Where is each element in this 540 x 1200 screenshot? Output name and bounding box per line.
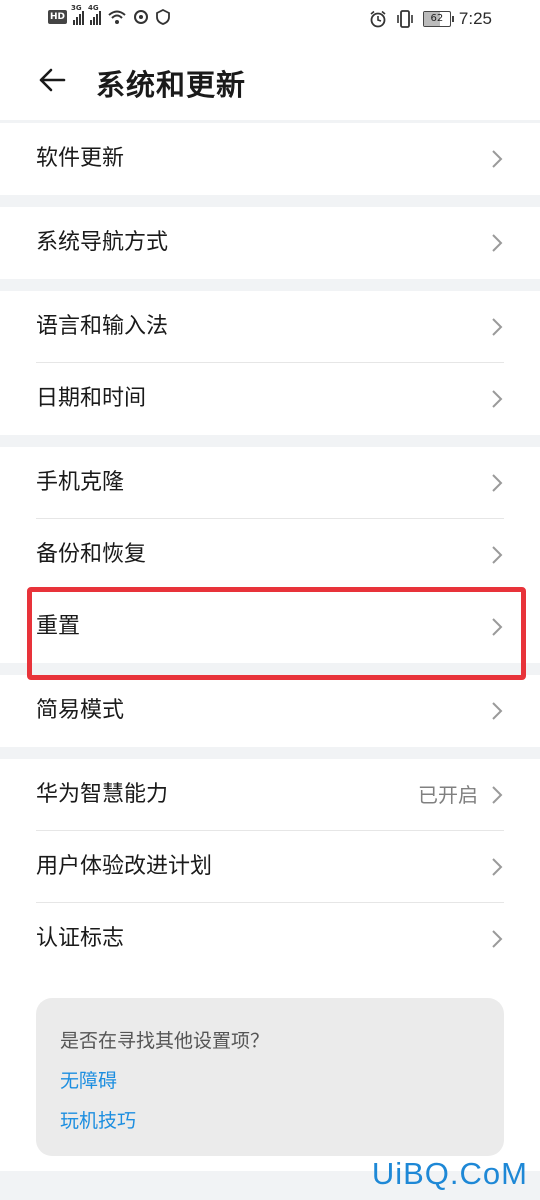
suggestion-question: 是否在寻找其他设置项？	[60, 1030, 270, 1052]
signal-4g-tag: 4G	[88, 4, 99, 12]
accessibility-link[interactable]: 无障碍	[60, 1066, 117, 1093]
settings-item-label: 语言和输入法	[36, 314, 169, 339]
settings-item-huawei-ai[interactable]: 华为智慧能力 已开启	[0, 759, 540, 831]
status-right: 62 7:25	[369, 9, 492, 29]
settings-item-label: 重置	[36, 614, 81, 639]
settings-item-reset[interactable]: 重置	[0, 591, 540, 663]
chevron-right-icon	[492, 150, 503, 168]
chevron-right-icon	[492, 234, 503, 252]
watermark: UiBQ.CoM	[371, 1156, 528, 1191]
settings-item-date-time[interactable]: 日期和时间	[0, 363, 540, 435]
arrow-left-icon[interactable]	[36, 64, 68, 96]
group-language-date: 语言和输入法 日期和时间	[0, 291, 540, 435]
settings-item-value: 已开启	[418, 783, 478, 807]
status-left: HD 3G 4G	[48, 4, 171, 25]
settings-item-system-navigation[interactable]: 系统导航方式	[0, 207, 540, 279]
shield-icon	[156, 9, 170, 25]
wifi-icon	[108, 10, 126, 24]
settings-item-label: 软件更新	[36, 146, 125, 171]
settings-item-label: 华为智慧能力	[36, 782, 169, 807]
settings-item-software-update[interactable]: 软件更新	[0, 123, 540, 195]
alarm-icon	[370, 10, 386, 28]
settings-item-label: 手机克隆	[36, 470, 125, 495]
settings-item-backup-restore[interactable]: 备份和恢复	[0, 519, 540, 591]
battery-level: 62	[430, 13, 444, 24]
chevron-right-icon	[492, 858, 503, 876]
settings-item-label: 日期和时间	[36, 386, 147, 411]
group-software-update: 软件更新	[0, 123, 540, 195]
status-bar: HD 3G 4G 62 7:25	[0, 0, 540, 40]
chevron-right-icon	[492, 702, 503, 720]
chevron-right-icon	[492, 786, 503, 804]
settings-item-label: 用户体验改进计划	[36, 854, 213, 879]
header: 系统和更新	[0, 52, 540, 112]
signal-3g-tag: 3G	[71, 4, 82, 12]
page-title: 系统和更新	[96, 68, 247, 102]
chevron-right-icon	[492, 930, 503, 948]
group-clone-backup-reset: 手机克隆 备份和恢复 重置	[0, 447, 540, 663]
settings-item-label: 备份和恢复	[36, 542, 147, 567]
group-simple-mode: 简易模式	[0, 675, 540, 747]
signal-4g-icon: 4G	[88, 4, 102, 25]
settings-item-label: 认证标志	[36, 926, 125, 951]
settings-item-certification[interactable]: 认证标志	[0, 903, 540, 975]
vibrate-icon	[397, 10, 413, 28]
sync-icon	[134, 10, 149, 24]
signal-3g-icon: 3G	[71, 4, 85, 25]
settings-item-label: 系统导航方式	[36, 230, 169, 255]
group-navigation: 系统导航方式	[0, 207, 540, 279]
battery-icon: 62	[422, 11, 454, 27]
chevron-right-icon	[492, 474, 503, 492]
settings-item-user-experience[interactable]: 用户体验改进计划	[0, 831, 540, 903]
chevron-right-icon	[492, 546, 503, 564]
chevron-right-icon	[492, 390, 503, 408]
chevron-right-icon	[492, 618, 503, 636]
settings-item-language-input[interactable]: 语言和输入法	[0, 291, 540, 363]
settings-item-label: 简易模式	[36, 698, 125, 723]
tips-link[interactable]: 玩机技巧	[60, 1106, 136, 1133]
status-time: 7:25	[458, 9, 492, 28]
suggestion-card: 是否在寻找其他设置项？ 无障碍 玩机技巧	[36, 998, 504, 1156]
chevron-right-icon	[492, 318, 503, 336]
settings-item-phone-clone[interactable]: 手机克隆	[0, 447, 540, 519]
hd-icon: HD	[48, 10, 68, 24]
settings-item-simple-mode[interactable]: 简易模式	[0, 675, 540, 747]
